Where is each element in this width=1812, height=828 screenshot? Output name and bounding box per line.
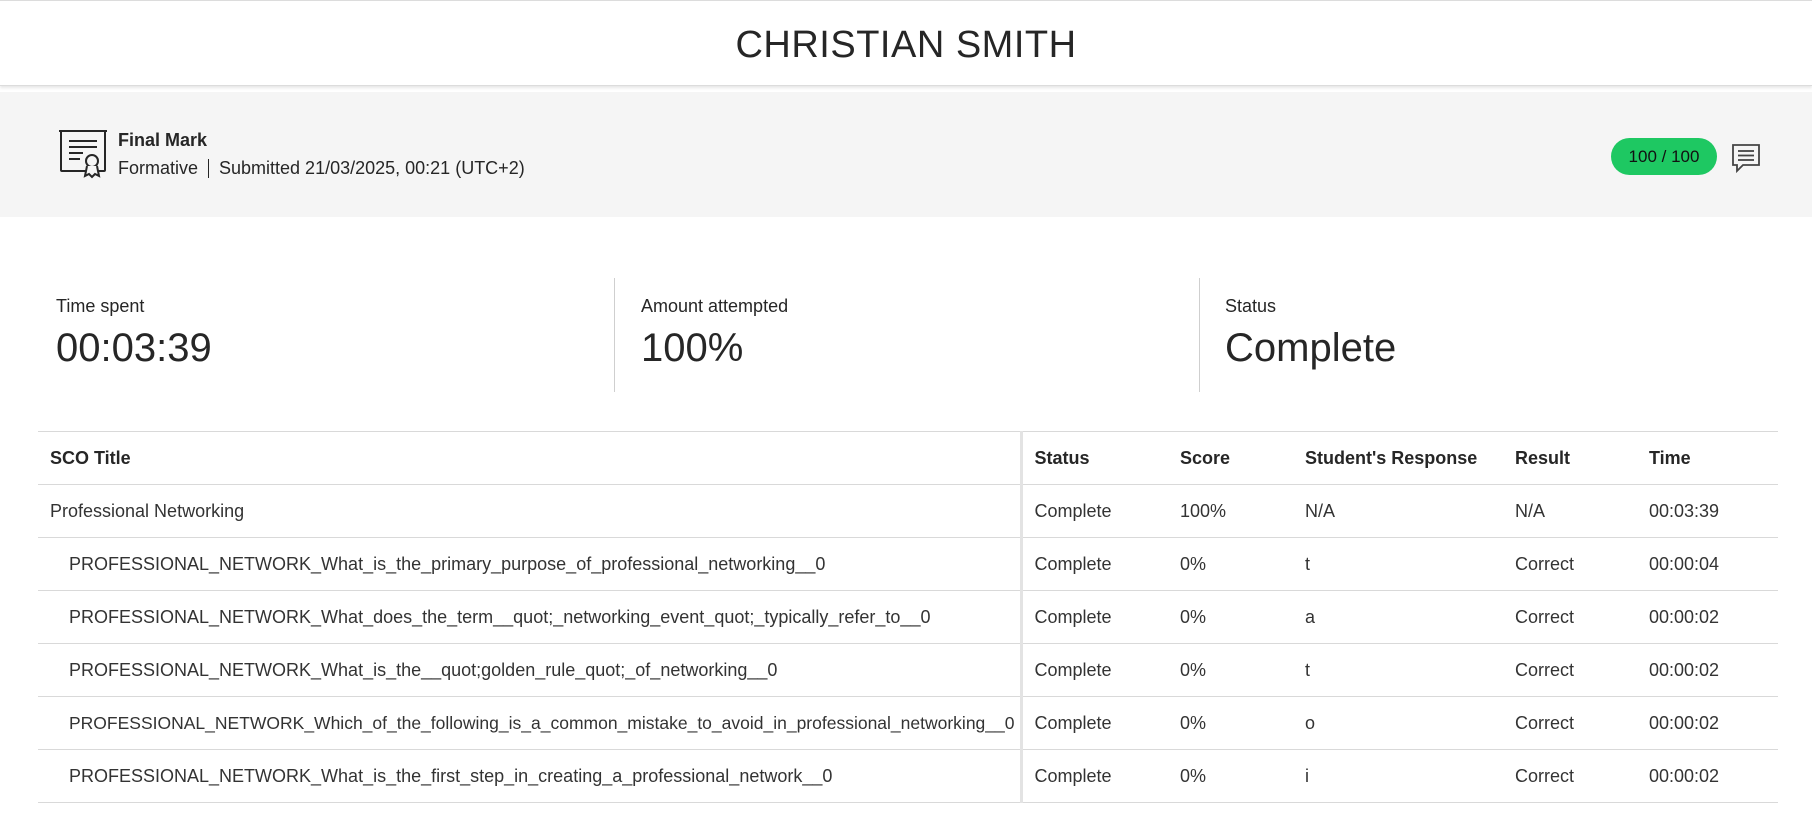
cell-response: o (1293, 696, 1503, 750)
cell-response: a (1293, 590, 1503, 644)
cell-time: 00:00:04 (1637, 537, 1778, 591)
final-mark-bar: Final Mark Formative Submitted 21/03/202… (0, 92, 1812, 217)
cell-status: Complete (1021, 643, 1168, 697)
cell-status: Complete (1021, 537, 1168, 591)
cell-response: t (1293, 537, 1503, 591)
sco-table: SCO Title Status Score Student's Respons… (38, 431, 1778, 803)
cell-result: Correct (1503, 696, 1637, 750)
cell-result: Correct (1503, 537, 1637, 591)
cell-time: 00:00:02 (1637, 643, 1778, 697)
stats-row: Time spent 00:03:39 Amount attempted 100… (0, 278, 1812, 392)
score-badge: 100 / 100 (1611, 138, 1717, 175)
stat-label: Status (1225, 296, 1277, 316)
cell-time: 00:00:02 (1637, 590, 1778, 644)
column-header-response: Student's Response (1293, 431, 1503, 485)
final-mark-title: Final Mark (118, 130, 208, 150)
student-name: CHRISTIAN SMITH (735, 24, 1077, 66)
cell-time: 00:03:39 (1637, 484, 1778, 538)
stat-label: Time spent (56, 296, 145, 316)
cell-result: N/A (1503, 484, 1637, 538)
cell-result: Correct (1503, 749, 1637, 803)
column-header-score: Score (1168, 431, 1293, 485)
submitted-date: Submitted 21/03/2025, 00:21 (UTC+2) (219, 158, 525, 178)
cell-time: 00:00:02 (1637, 696, 1778, 750)
cell-score: 100% (1168, 484, 1293, 538)
final-mark-meta: Formative Submitted 21/03/2025, 00:21 (U… (118, 158, 525, 179)
cell-status: Complete (1021, 696, 1168, 750)
cell-status: Complete (1021, 484, 1168, 538)
stat-divider (614, 278, 615, 392)
table-row: PROFESSIONAL_NETWORK_Which_of_the_follow… (38, 696, 1778, 750)
column-header-status: Status (1021, 431, 1168, 485)
certificate-icon (58, 128, 108, 180)
column-header-time: Time (1637, 431, 1778, 485)
comment-icon[interactable] (1730, 142, 1762, 174)
column-header-result: Result (1503, 431, 1637, 485)
table-header-row: SCO Title Status Score Student's Respons… (38, 431, 1778, 485)
stat-divider (1199, 278, 1200, 392)
cell-sco-title: PROFESSIONAL_NETWORK_Which_of_the_follow… (38, 696, 1023, 750)
table-row: Professional Networking Complete 100% N/… (38, 484, 1778, 538)
cell-status: Complete (1021, 749, 1168, 803)
assessment-type: Formative (118, 158, 199, 178)
cell-result: Correct (1503, 590, 1637, 644)
cell-status: Complete (1021, 590, 1168, 644)
cell-sco-title: PROFESSIONAL_NETWORK_What_does_the_term_… (38, 590, 1023, 644)
cell-score: 0% (1168, 749, 1293, 803)
cell-score: 0% (1168, 643, 1293, 697)
cell-result: Correct (1503, 643, 1637, 697)
stat-value: 00:03:39 (56, 326, 212, 370)
cell-score: 0% (1168, 537, 1293, 591)
cell-response: t (1293, 643, 1503, 697)
column-header-sco-title: SCO Title (38, 431, 1023, 485)
cell-response: i (1293, 749, 1503, 803)
cell-score: 0% (1168, 696, 1293, 750)
cell-sco-title: Professional Networking (38, 484, 1023, 538)
cell-sco-title: PROFESSIONAL_NETWORK_What_is_the_first_s… (38, 749, 1023, 803)
cell-sco-title: PROFESSIONAL_NETWORK_What_is_the__quot;g… (38, 643, 1023, 697)
stat-label: Amount attempted (641, 296, 789, 316)
stat-value: Complete (1225, 326, 1397, 370)
page-header: CHRISTIAN SMITH (0, 0, 1812, 86)
cell-time: 00:00:02 (1637, 749, 1778, 803)
cell-sco-title: PROFESSIONAL_NETWORK_What_is_the_primary… (38, 537, 1023, 591)
table-row: PROFESSIONAL_NETWORK_What_is_the__quot;g… (38, 643, 1778, 697)
cell-response: N/A (1293, 484, 1503, 538)
cell-score: 0% (1168, 590, 1293, 644)
table-row: PROFESSIONAL_NETWORK_What_does_the_term_… (38, 590, 1778, 644)
table-row: PROFESSIONAL_NETWORK_What_is_the_primary… (38, 537, 1778, 591)
meta-divider (208, 159, 210, 178)
table-row: PROFESSIONAL_NETWORK_What_is_the_first_s… (38, 749, 1778, 803)
stat-value: 100% (641, 326, 744, 370)
